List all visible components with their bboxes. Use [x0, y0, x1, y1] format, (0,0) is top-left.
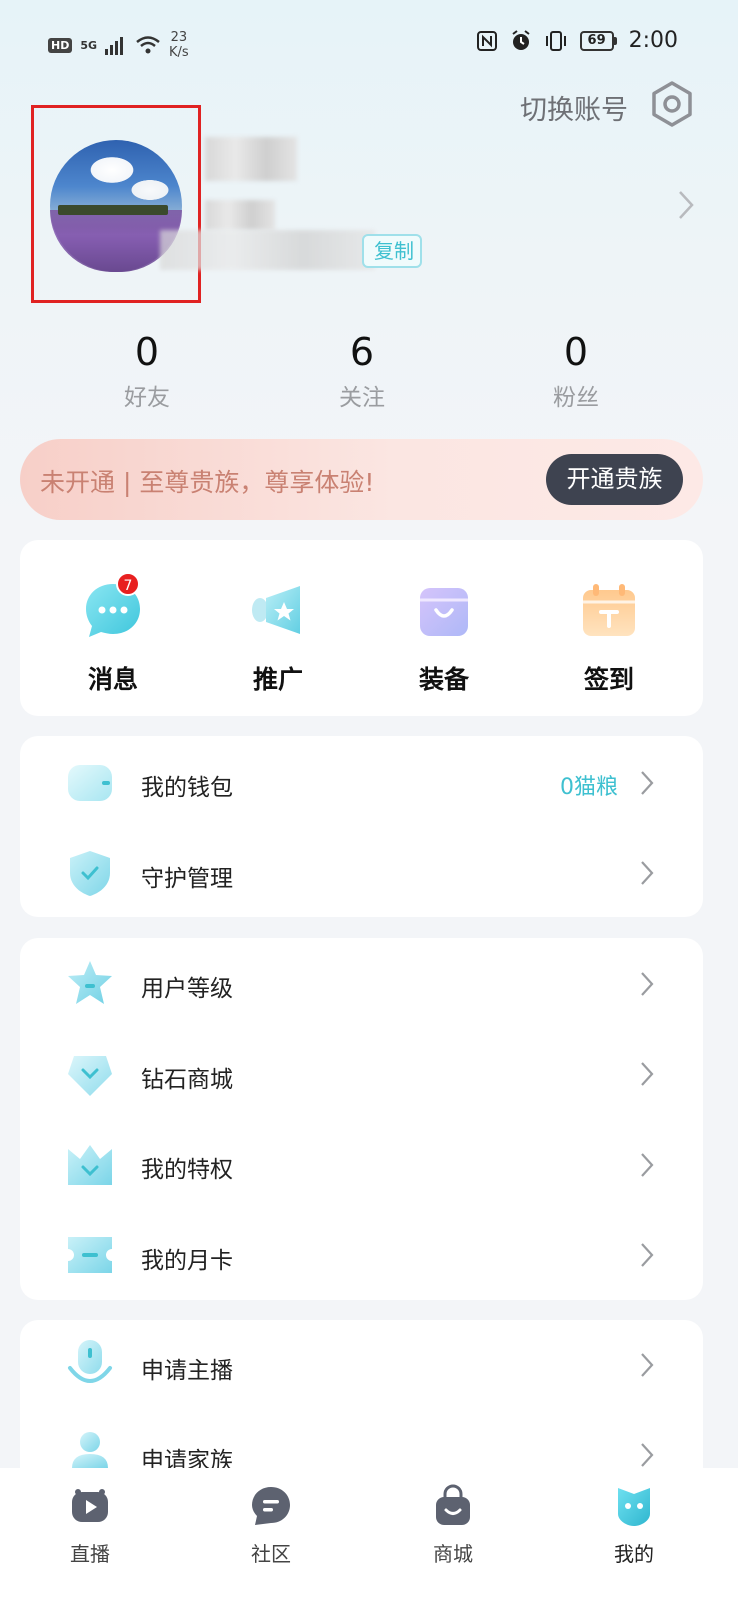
stat-label: 粉丝 — [553, 385, 599, 411]
microphone-icon — [68, 1340, 112, 1383]
tab-label: 商城 — [433, 1542, 473, 1566]
unread-badge: 7 — [116, 572, 140, 596]
menu-row-apply-anchor[interactable] — [20, 1320, 703, 1410]
speed-value: 23 — [170, 30, 188, 45]
profile-icon — [618, 1488, 650, 1526]
stat-following[interactable]: 6 关注 — [282, 330, 442, 412]
tab-label: 社区 — [251, 1542, 291, 1566]
clock: 2:00 — [628, 28, 678, 53]
vip-banner-text: 未开通 | 至尊贵族，尊享体验! — [40, 468, 375, 497]
stat-friends[interactable]: 0 好友 — [67, 330, 227, 412]
quick-action-label: 装备 — [418, 665, 469, 694]
shield-icon — [70, 851, 110, 896]
quick-action-label: 推广 — [252, 665, 303, 694]
menu-row-guard[interactable] — [20, 828, 703, 917]
battery-cap — [613, 36, 617, 45]
chevron-right-icon — [641, 1062, 654, 1086]
stat-value: 6 — [349, 330, 375, 374]
menu-row-label: 申请主播 — [141, 1358, 233, 1384]
chevron-right-icon — [641, 1353, 654, 1377]
battery-indicator: 69 — [579, 30, 617, 51]
person-icon — [72, 1432, 108, 1468]
stat-label: 好友 — [124, 385, 170, 411]
network-speed: 23 K/s — [169, 30, 189, 60]
quick-action-checkin[interactable]: 签到 — [549, 580, 669, 696]
chevron-right-icon — [641, 1243, 654, 1267]
stat-label: 关注 — [339, 385, 385, 411]
speed-unit: K/s — [169, 45, 189, 60]
tab-community[interactable]: 社区 — [221, 1484, 321, 1567]
signal-icon — [105, 37, 124, 55]
status-bar-left: HD 5G 23 K/s — [48, 30, 189, 60]
quick-action-label: 消息 — [87, 665, 138, 694]
open-vip-button[interactable]: 开通贵族 — [546, 454, 683, 505]
settings-icon[interactable] — [648, 80, 696, 128]
tab-label: 直播 — [70, 1542, 110, 1566]
stat-value: 0 — [134, 330, 160, 374]
network-indicator: 5G — [80, 38, 98, 52]
switch-account-button[interactable]: 切换账号 — [520, 88, 628, 127]
ticket-icon — [68, 1237, 112, 1273]
status-bar-right: 69 2:00 — [476, 28, 678, 53]
chevron-right-icon — [641, 1153, 654, 1177]
chevron-right-icon — [641, 861, 654, 885]
diamond-icon — [68, 1056, 112, 1096]
menu-row-monthly-card[interactable] — [20, 1210, 703, 1300]
menu-row-apply-family[interactable] — [20, 1410, 703, 1468]
copy-id-button[interactable]: 复制 — [362, 234, 422, 268]
quick-action-label: 签到 — [583, 665, 634, 694]
hd-indicator: HD — [48, 37, 73, 53]
wallet-balance: 0猫粮 — [560, 775, 618, 800]
shop-icon — [436, 1484, 470, 1525]
star-icon — [68, 961, 112, 1004]
tab-profile[interactable]: 我的 — [584, 1484, 684, 1567]
stat-fans[interactable]: 0 粉丝 — [496, 330, 656, 412]
quick-action-promote[interactable]: 推广 — [218, 580, 338, 696]
quick-action-equipment[interactable]: 装备 — [384, 580, 504, 696]
menu-row-user-level[interactable] — [20, 938, 703, 1029]
nfc-icon — [476, 30, 497, 51]
menu-row-label: 我的特权 — [141, 1157, 233, 1183]
chevron-right-icon — [641, 1443, 654, 1467]
tab-label: 我的 — [614, 1542, 654, 1566]
menu-row-diamond-mall[interactable] — [20, 1029, 703, 1120]
menu-row-label: 守护管理 — [141, 866, 233, 892]
alarm-icon — [511, 29, 530, 50]
menu-row-label: 用户等级 — [141, 976, 233, 1002]
wifi-icon — [136, 36, 160, 54]
checkin-icon — [583, 584, 635, 636]
community-icon — [252, 1487, 290, 1525]
stat-value: 0 — [563, 330, 589, 374]
vibrate-icon — [545, 30, 566, 51]
menu-row-label: 我的月卡 — [141, 1248, 233, 1274]
profile-chevron-icon[interactable] — [678, 190, 694, 220]
menu-row-privilege[interactable] — [20, 1120, 703, 1210]
menu-row-label: 钻石商城 — [141, 1067, 233, 1093]
tab-live[interactable]: 直播 — [40, 1484, 140, 1567]
chevron-right-icon — [641, 972, 654, 996]
avatar-highlight-frame — [31, 105, 201, 303]
live-icon — [72, 1489, 108, 1522]
user-id-blurred — [160, 230, 375, 270]
equipment-icon — [420, 588, 468, 636]
tab-shop[interactable]: 商城 — [403, 1484, 503, 1567]
crown-icon — [68, 1145, 112, 1185]
promote-icon — [252, 586, 300, 634]
battery-level: 69 — [579, 30, 614, 51]
username-blurred — [205, 137, 297, 181]
quick-action-messages[interactable]: 消息 — [53, 580, 173, 696]
menu-row-label: 我的钱包 — [141, 775, 233, 801]
wallet-icon — [68, 765, 112, 801]
chevron-right-icon — [641, 771, 654, 795]
user-level-blurred — [205, 200, 275, 230]
